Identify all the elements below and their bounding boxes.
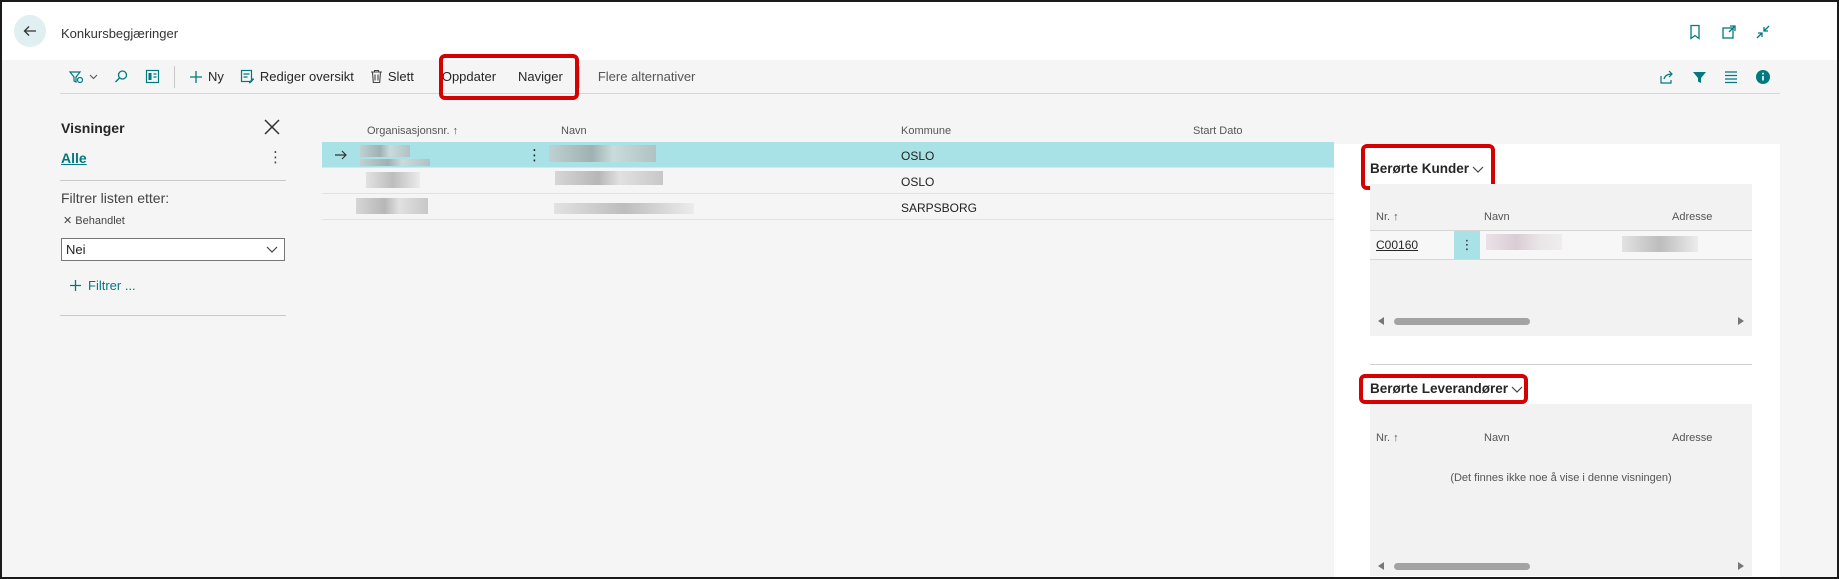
search-button[interactable] (106, 60, 137, 94)
scroll-left-icon[interactable] (1378, 317, 1384, 325)
horizontal-scrollbar[interactable] (1378, 316, 1744, 326)
table-row[interactable]: C00160 ⋮ (1370, 230, 1752, 260)
filter-by-label: Filtrer listen etter: (61, 190, 170, 206)
column-header-org[interactable]: Organisasjonsnr. ↑ (367, 125, 458, 137)
divider (1370, 364, 1752, 365)
highlight-box-actions (439, 54, 579, 100)
redacted-address (1622, 236, 1698, 252)
suppliers-grid: Nr. ↑ Navn Adresse (Det finnes ikke noe … (1370, 404, 1752, 576)
edit-list-button[interactable]: Rediger oversikt (232, 60, 362, 94)
scroll-left-icon[interactable] (1378, 562, 1384, 570)
filter-chip[interactable]: ✕ Behandlet (63, 214, 125, 227)
scroll-right-icon[interactable] (1738, 317, 1744, 325)
col-header-no[interactable]: Nr. ↑ (1376, 211, 1399, 223)
list-header: Organisasjonsnr. ↑ Navn Kommune Start Da… (322, 120, 1334, 142)
redacted-org-number (366, 172, 420, 188)
trash-icon (370, 69, 382, 84)
view-menu-icon[interactable]: ⋮ (268, 148, 283, 166)
collapse-icon[interactable] (1755, 24, 1771, 40)
horizontal-scrollbar[interactable] (1378, 561, 1744, 571)
empty-state-message: (Det finnes ikke noe å vise i denne visn… (1450, 472, 1672, 484)
search-icon (115, 70, 128, 83)
back-button[interactable] (14, 15, 46, 47)
redacted-org-number (360, 159, 430, 166)
chevron-down-icon (266, 246, 278, 253)
funnel-link-icon (68, 70, 84, 83)
delete-label: Slett (387, 69, 414, 84)
highlight-box-suppliers (1359, 374, 1528, 404)
list-grid: Organisasjonsnr. ↑ Navn Kommune Start Da… (322, 120, 1334, 220)
page-title: Konkursbegjæringer (61, 26, 179, 41)
bookmark-icon[interactable] (1687, 24, 1703, 40)
views-pane: Visninger Alle ⋮ Filtrer listen etter: ✕… (60, 110, 286, 320)
col-header-name[interactable]: Navn (1484, 211, 1510, 223)
col-header-name[interactable]: Navn (1484, 432, 1510, 444)
divider (60, 315, 286, 316)
table-row[interactable]: ⋮ OSLO (322, 142, 1334, 168)
close-icon[interactable] (262, 117, 282, 137)
app-window: Konkursbegjæringer Ny Rediger oversikt S… (0, 0, 1839, 579)
column-header-name[interactable]: Navn (561, 125, 587, 137)
row-menu-icon[interactable]: ⋮ (527, 146, 542, 164)
chevron-down-icon (89, 74, 98, 80)
row-menu-icon[interactable]: ⋮ (1454, 231, 1480, 259)
add-filter-button[interactable]: Filtrer ... (69, 278, 136, 293)
redacted-org-number (356, 198, 428, 214)
plus-icon (70, 280, 81, 291)
info-icon[interactable] (1754, 68, 1772, 86)
arrow-right-icon (335, 150, 347, 160)
window-controls (1687, 24, 1771, 40)
redacted-name (555, 171, 663, 185)
scroll-right-icon[interactable] (1738, 562, 1744, 570)
col-header-address[interactable]: Adresse (1672, 432, 1712, 444)
scroll-thumb[interactable] (1394, 563, 1530, 570)
factbox-pane: Berørte Kunder Nr. ↑ Navn Adresse C00160… (1334, 144, 1780, 577)
redacted-name (554, 203, 694, 214)
more-options-button[interactable]: Flere alternativer (590, 60, 704, 94)
filter-value: Nei (66, 242, 86, 257)
remove-filter-icon[interactable]: ✕ (63, 215, 72, 227)
edit-list-label: Rediger oversikt (259, 69, 354, 84)
new-label: Ny (208, 69, 224, 84)
views-title: Visninger (61, 120, 125, 136)
view-all-link[interactable]: Alle (61, 150, 87, 166)
layout-icon (145, 69, 160, 84)
customers-grid: Nr. ↑ Navn Adresse C00160 ⋮ (1370, 184, 1752, 336)
right-actions (1658, 60, 1780, 94)
filter-field-label: Behandlet (75, 215, 125, 227)
add-filter-label: Filtrer ... (88, 278, 136, 293)
more-options-label: Flere alternativer (597, 69, 696, 84)
arrow-left-icon (23, 26, 36, 36)
filter-value-select[interactable]: Nei (61, 238, 285, 261)
share-icon[interactable] (1658, 68, 1676, 86)
filter-pane-toggle[interactable] (60, 60, 106, 94)
divider (60, 180, 286, 181)
new-button[interactable]: Ny (181, 60, 232, 94)
edit-list-icon (240, 69, 255, 84)
table-row[interactable]: OSLO (322, 168, 1334, 194)
redacted-name (1486, 234, 1562, 250)
cell-kommune: SARPSBORG (901, 201, 978, 215)
col-header-no[interactable]: Nr. ↑ (1376, 432, 1399, 444)
cell-kommune: OSLO (901, 175, 935, 189)
list-view-icon[interactable] (1722, 68, 1740, 86)
separator (174, 65, 175, 88)
top-bar: Konkursbegjæringer (2, 2, 1837, 60)
col-header-address[interactable]: Adresse (1672, 211, 1712, 223)
cell-kommune: OSLO (901, 149, 935, 163)
redacted-name (549, 145, 656, 162)
plus-icon (190, 70, 202, 83)
open-new-window-icon[interactable] (1721, 24, 1737, 40)
column-header-start-date[interactable]: Start Dato (1193, 125, 1243, 137)
scroll-thumb[interactable] (1394, 318, 1530, 325)
delete-button[interactable]: Slett (362, 60, 422, 94)
table-row[interactable]: SARPSBORG (322, 194, 1334, 220)
customer-number-link[interactable]: C00160 (1376, 238, 1418, 252)
layout-button[interactable] (137, 60, 168, 94)
action-bar: Ny Rediger oversikt Slett Oppdater Navig… (60, 60, 1780, 94)
redacted-org-number (360, 145, 410, 157)
column-header-kommune[interactable]: Kommune (901, 125, 951, 137)
filter-icon[interactable] (1690, 68, 1708, 86)
